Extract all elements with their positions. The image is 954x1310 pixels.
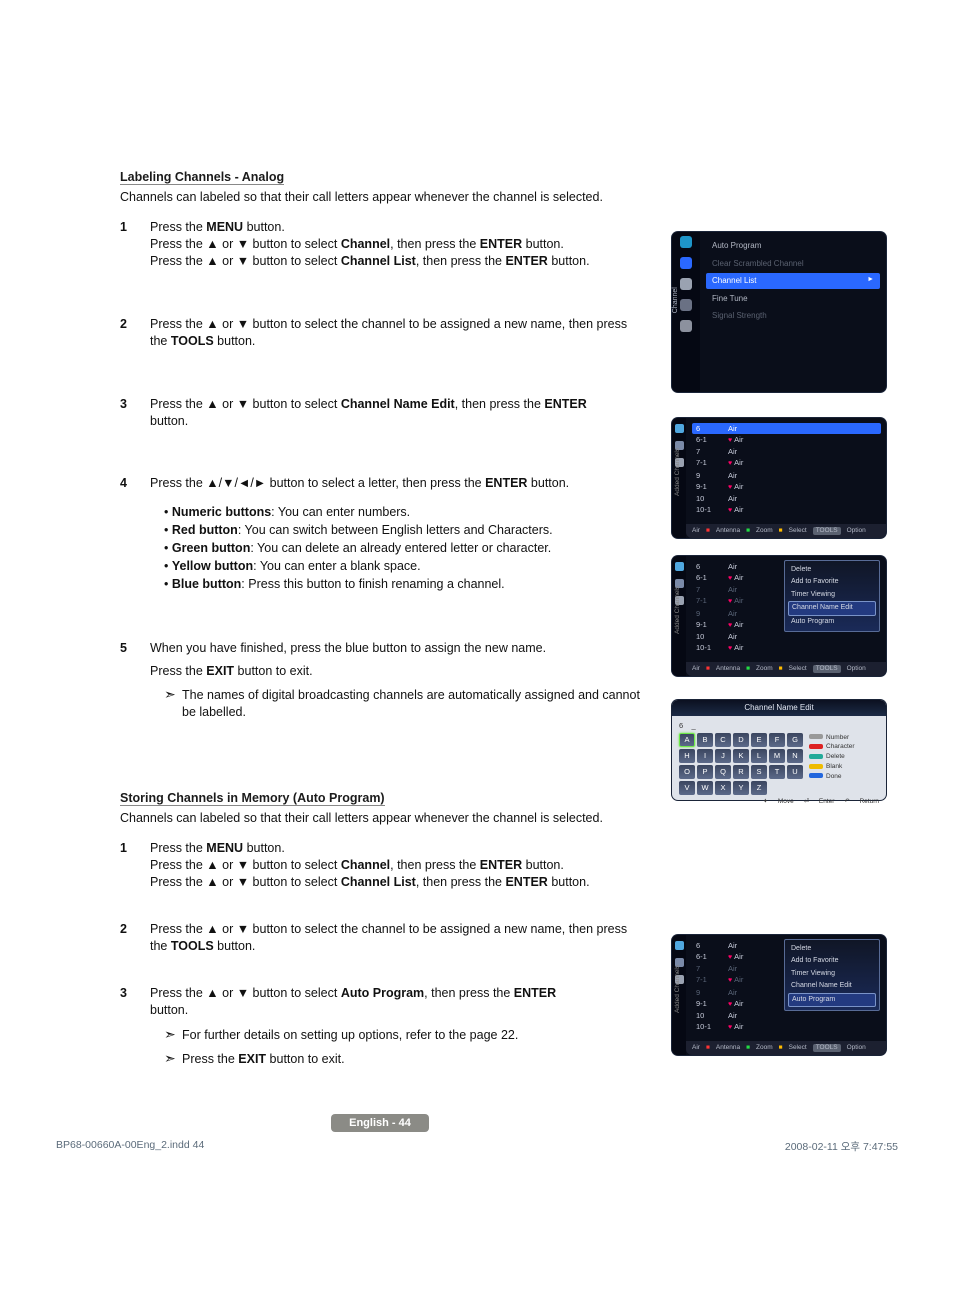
list-icon bbox=[675, 941, 684, 950]
section1-intro: Channels can labeled so that their call … bbox=[120, 189, 640, 205]
osd-keyboard: Channel Name Edit 6 _ ABCDEFGHIJKLMNOPQR… bbox=[672, 700, 886, 800]
picture-icon bbox=[680, 236, 692, 248]
osd-channel-list-popup-auto: Added Channels 6Air 6-1Air 7Air 7-1Air 9… bbox=[672, 935, 886, 1055]
s2-step3: 3 Press the ▲ or ▼ button to select Auto… bbox=[120, 985, 640, 1069]
popup-item[interactable]: Auto Program bbox=[788, 616, 876, 628]
list-icon bbox=[675, 424, 684, 433]
osd-channel-list-popup: Added Channels 6Air 6-1Air 7Air 7-1Air 9… bbox=[672, 556, 886, 676]
key-R[interactable]: R bbox=[733, 765, 749, 779]
s1-step3: 3 Press the ▲ or ▼ button to select Chan… bbox=[120, 396, 640, 430]
step-number: 3 bbox=[120, 985, 150, 1069]
step-body: Press the ▲ or ▼ button to select Channe… bbox=[150, 396, 640, 430]
app-icon bbox=[680, 320, 692, 332]
s1-step1: 1 Press the MENU button. Press the ▲ or … bbox=[120, 219, 640, 270]
keyboard-grid[interactable]: ABCDEFG HIJKLMN OPQRSTU VWXYZ bbox=[679, 733, 803, 795]
popup-item-selected[interactable]: Channel Name Edit bbox=[788, 601, 876, 615]
channel-icon bbox=[680, 257, 692, 269]
print-footer: BP68-00660A-00Eng_2.indd 44 2008-02-11 오… bbox=[56, 1139, 898, 1154]
key-X[interactable]: X bbox=[715, 781, 731, 795]
key-F[interactable]: F bbox=[769, 733, 785, 747]
step-number: 2 bbox=[120, 921, 150, 955]
menu-item[interactable]: Auto Program bbox=[706, 238, 880, 254]
s1-step4: 4 Press the ▲/▼/◄/► button to select a l… bbox=[120, 475, 640, 593]
section2-intro: Channels can labeled so that their call … bbox=[120, 810, 640, 826]
key-T[interactable]: T bbox=[769, 765, 785, 779]
key-I[interactable]: I bbox=[697, 749, 713, 763]
key-G[interactable]: G bbox=[787, 733, 803, 747]
key-L[interactable]: L bbox=[751, 749, 767, 763]
key-H[interactable]: H bbox=[679, 749, 695, 763]
s1-step5: 5 When you have finished, press the blue… bbox=[120, 640, 640, 722]
key-O[interactable]: O bbox=[679, 765, 695, 779]
popup-item[interactable]: Add to Favorite bbox=[788, 955, 876, 967]
key-K[interactable]: K bbox=[733, 749, 749, 763]
key-J[interactable]: J bbox=[715, 749, 731, 763]
s2-step2: 2 Press the ▲ or ▼ button to select the … bbox=[120, 921, 640, 955]
key-D[interactable]: D bbox=[733, 733, 749, 747]
popup-item[interactable]: Timer Viewing bbox=[788, 968, 876, 980]
step-body: Press the MENU button. Press the ▲ or ▼ … bbox=[150, 840, 640, 891]
note-icon: ➣ bbox=[164, 1027, 182, 1044]
menu-item-selected[interactable]: Channel List bbox=[706, 273, 880, 289]
key-S[interactable]: S bbox=[751, 765, 767, 779]
list-icon bbox=[675, 562, 684, 571]
key-Y[interactable]: Y bbox=[733, 781, 749, 795]
step-body: Press the ▲ or ▼ button to select Auto P… bbox=[150, 985, 640, 1069]
osd-side-label: Channel bbox=[672, 287, 680, 313]
key-B[interactable]: B bbox=[697, 733, 713, 747]
menu-item: Clear Scrambled Channel bbox=[706, 256, 880, 272]
key-Z[interactable]: Z bbox=[751, 781, 767, 795]
context-popup: Delete Add to Favorite Timer Viewing Cha… bbox=[784, 560, 880, 632]
step-number: 1 bbox=[120, 840, 150, 891]
s1-step2: 2 Press the ▲ or ▼ button to select the … bbox=[120, 316, 640, 350]
keyboard-legend: Number Character Delete Blank Done bbox=[809, 733, 855, 795]
popup-item[interactable]: Delete bbox=[788, 943, 876, 955]
note-icon: ➣ bbox=[164, 1051, 182, 1068]
osd-channel-list: Added Channels 6Air 6-1Air 7Air 7-1Air 9… bbox=[672, 418, 886, 538]
key-M[interactable]: M bbox=[769, 749, 785, 763]
s2-step1: 1 Press the MENU button. Press the ▲ or … bbox=[120, 840, 640, 891]
step-body: Press the ▲ or ▼ button to select the ch… bbox=[150, 316, 640, 350]
key-E[interactable]: E bbox=[751, 733, 767, 747]
page-badge: English - 44 bbox=[120, 1114, 640, 1132]
step-body: Press the ▲ or ▼ button to select the ch… bbox=[150, 921, 640, 955]
osd-channel-menu: Channel Auto Program Clear Scrambled Cha… bbox=[672, 232, 886, 392]
gear-icon bbox=[680, 278, 692, 290]
step-number: 4 bbox=[120, 475, 150, 593]
step-number: 1 bbox=[120, 219, 150, 270]
step-number: 2 bbox=[120, 316, 150, 350]
key-P[interactable]: P bbox=[697, 765, 713, 779]
key-Q[interactable]: Q bbox=[715, 765, 731, 779]
key-A[interactable]: A bbox=[679, 733, 695, 747]
step-body: When you have finished, press the blue b… bbox=[150, 640, 640, 722]
menu-item[interactable]: Fine Tune bbox=[706, 291, 880, 307]
section1-title: Labeling Channels - Analog bbox=[120, 170, 284, 185]
menu-item: Signal Strength bbox=[706, 308, 880, 324]
step-body: Press the ▲/▼/◄/► button to select a let… bbox=[150, 475, 640, 593]
step-body: Press the MENU button. Press the ▲ or ▼ … bbox=[150, 219, 640, 270]
popup-item-selected[interactable]: Auto Program bbox=[788, 993, 876, 1007]
popup-item[interactable]: Timer Viewing bbox=[788, 589, 876, 601]
step-number: 5 bbox=[120, 640, 150, 722]
popup-item[interactable]: Delete bbox=[788, 564, 876, 576]
popup-item[interactable]: Channel Name Edit bbox=[788, 980, 876, 992]
key-N[interactable]: N bbox=[787, 749, 803, 763]
step-number: 3 bbox=[120, 396, 150, 430]
section2-title: Storing Channels in Memory (Auto Program… bbox=[120, 791, 385, 806]
note-icon: ➣ bbox=[164, 687, 182, 721]
key-W[interactable]: W bbox=[697, 781, 713, 795]
popup-item[interactable]: Add to Favorite bbox=[788, 576, 876, 588]
key-C[interactable]: C bbox=[715, 733, 731, 747]
key-U[interactable]: U bbox=[787, 765, 803, 779]
input-icon bbox=[680, 299, 692, 311]
key-V[interactable]: V bbox=[679, 781, 695, 795]
context-popup: Delete Add to Favorite Timer Viewing Cha… bbox=[784, 939, 880, 1011]
